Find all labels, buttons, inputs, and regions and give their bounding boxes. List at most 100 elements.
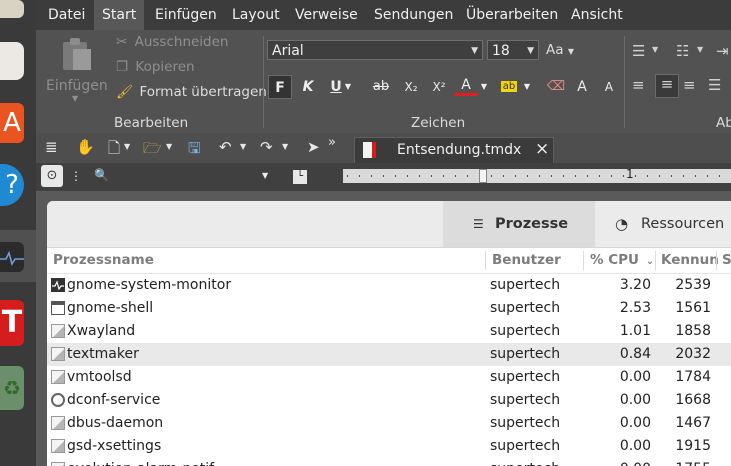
tab-processes[interactable]: ☰ Prozesse bbox=[443, 201, 595, 247]
chevron-down-icon[interactable]: ▼ bbox=[697, 45, 703, 54]
menu-einfuegen[interactable]: Einfügen bbox=[147, 0, 225, 30]
italic-button[interactable]: K bbox=[296, 75, 320, 99]
object-mode-icon[interactable]: ⋮ bbox=[70, 169, 82, 183]
format-painter-button[interactable]: 🖌 Format übertragen bbox=[116, 84, 267, 100]
table-row[interactable]: gsd-xsettings supertech 0.00 1915 bbox=[47, 435, 731, 458]
align-center-icon[interactable]: ≡ bbox=[655, 74, 679, 98]
column-separator[interactable] bbox=[583, 251, 584, 270]
indent-icon[interactable]: ⇥ bbox=[716, 42, 729, 60]
strikethrough-button[interactable]: ab bbox=[369, 75, 393, 99]
chevron-down-icon[interactable]: ▼ bbox=[652, 45, 658, 54]
numbered-list-icon[interactable]: ☷ bbox=[676, 42, 689, 60]
image-icon bbox=[51, 416, 65, 430]
bullet-list-icon[interactable]: ☰ bbox=[632, 42, 645, 60]
shrink-font-button[interactable]: A bbox=[597, 75, 621, 99]
menu-verweise[interactable]: Verweise bbox=[287, 0, 366, 30]
system-monitor-window: ☰ Prozesse ◔ Ressourcen Prozessname Benu… bbox=[47, 201, 731, 466]
cell-user: supertech bbox=[490, 415, 561, 431]
column-separator[interactable] bbox=[655, 251, 656, 270]
chevron-down-icon[interactable]: ▼ bbox=[521, 75, 533, 99]
redo-icon[interactable]: ↷ bbox=[260, 138, 273, 156]
font-size-select[interactable]: 18 ▼ bbox=[487, 40, 539, 60]
eraser-icon[interactable]: ⌫ bbox=[544, 75, 568, 99]
chevron-down-icon: ▼ bbox=[567, 47, 574, 56]
dock-app-trash[interactable]: ♻ bbox=[0, 366, 24, 410]
subscript-button[interactable]: X₂ bbox=[399, 75, 423, 99]
more-icon[interactable]: » bbox=[328, 135, 336, 150]
chevron-down-icon[interactable]: ▼ bbox=[342, 75, 354, 99]
hand-icon[interactable]: ✋ bbox=[76, 138, 95, 156]
zoom-icon[interactable]: 🔍 bbox=[94, 168, 109, 182]
grow-font-button[interactable]: A bbox=[570, 75, 594, 99]
dock-app-text-editor[interactable] bbox=[0, 42, 24, 80]
cell-cpu: 0.00 bbox=[619, 392, 651, 408]
clipboard-icon bbox=[63, 38, 91, 70]
system-monitor-header: ☰ Prozesse ◔ Ressourcen bbox=[47, 201, 731, 248]
menu-layout[interactable]: Layout bbox=[224, 0, 288, 30]
paste-label: Einfügen bbox=[46, 78, 108, 94]
horizontal-ruler[interactable]: 1 bbox=[343, 167, 731, 183]
cell-cpu: 1.01 bbox=[619, 323, 651, 339]
menu-datei[interactable]: Datei bbox=[40, 0, 93, 30]
table-row[interactable]: textmaker supertech 0.84 2032 bbox=[47, 343, 731, 366]
chevron-down-icon[interactable]: ▼ bbox=[240, 142, 246, 151]
table-row[interactable]: dconf-service supertech 0.00 1668 bbox=[47, 389, 731, 412]
justify-icon[interactable]: ☰ bbox=[708, 76, 721, 94]
table-row[interactable]: gnome-system-monitor supertech 3.20 2539 bbox=[47, 274, 731, 297]
close-icon[interactable]: × bbox=[535, 139, 549, 159]
menu-lines-icon[interactable]: ≣ bbox=[45, 138, 58, 156]
menu-sendungen[interactable]: Sendungen bbox=[366, 0, 461, 30]
table-row[interactable]: Xwayland supertech 1.01 1858 bbox=[47, 320, 731, 343]
tab-resources[interactable]: ◔ Ressourcen bbox=[595, 201, 731, 247]
column-header-user[interactable]: Benutzer bbox=[492, 252, 561, 268]
indent-marker[interactable] bbox=[479, 169, 487, 183]
dock-app-system-monitor[interactable] bbox=[0, 242, 24, 272]
cell-cpu: 0.00 bbox=[619, 415, 651, 431]
font-name-select[interactable]: Arial ▼ bbox=[267, 40, 483, 60]
highlight-button[interactable]: ab bbox=[497, 75, 521, 99]
document-tab-title: Entsendung.tmdx bbox=[397, 142, 522, 158]
save-icon[interactable]: 🖫 bbox=[188, 138, 201, 163]
column-header-cpu[interactable]: % CPU ⌄ bbox=[590, 252, 654, 268]
pointer-icon[interactable]: ➤ bbox=[307, 138, 320, 156]
paste-button[interactable]: Einfügen ▼ bbox=[44, 34, 108, 106]
open-folder-icon[interactable]: 🗁 bbox=[143, 138, 162, 163]
superscript-button[interactable]: X² bbox=[427, 75, 451, 99]
pulse-icon bbox=[0, 250, 24, 267]
chevron-down-icon[interactable]: ▼ bbox=[262, 171, 268, 180]
align-left-icon[interactable]: ≡ bbox=[632, 76, 645, 94]
table-row[interactable]: dbus-daemon supertech 0.00 1467 bbox=[47, 412, 731, 435]
column-header-extra[interactable]: S bbox=[722, 252, 731, 268]
chevron-down-icon[interactable]: ▼ bbox=[478, 75, 490, 99]
chevron-down-icon[interactable]: ▼ bbox=[166, 142, 172, 151]
align-right-icon[interactable]: ≡ bbox=[683, 76, 696, 94]
column-separator[interactable] bbox=[485, 251, 486, 270]
undo-icon[interactable]: ↶ bbox=[219, 138, 232, 156]
font-color-button[interactable]: A bbox=[454, 75, 478, 96]
tab-stop-icon[interactable]: └ bbox=[293, 170, 307, 184]
table-row[interactable]: vmtoolsd supertech 0.00 1784 bbox=[47, 366, 731, 389]
cut-button[interactable]: ✂ Ausschneiden bbox=[116, 34, 229, 50]
dock-app-files[interactable] bbox=[0, 0, 24, 18]
change-case-button[interactable]: Aa ▼ bbox=[546, 42, 574, 58]
dock-app-software-center[interactable]: A bbox=[0, 103, 24, 143]
new-document-icon[interactable]: 🗋 bbox=[108, 138, 120, 163]
column-header-id[interactable]: Kennun bbox=[661, 252, 719, 268]
chevron-down-icon[interactable]: ▼ bbox=[124, 142, 130, 151]
compass-icon[interactable]: ⊙ bbox=[41, 165, 63, 187]
dock-app-textmaker[interactable]: T bbox=[0, 300, 24, 346]
chevron-down-icon[interactable]: ▼ bbox=[282, 142, 288, 151]
table-row[interactable]: evolution-alarm-notif supertech 0.00 1755 bbox=[47, 458, 731, 466]
menu-ueberarbeiten[interactable]: Überarbeiten bbox=[458, 0, 566, 30]
table-row[interactable]: gnome-shell supertech 2.53 1561 bbox=[47, 297, 731, 320]
menu-start[interactable]: Start bbox=[94, 0, 145, 30]
process-table-header: Prozessname Benutzer % CPU ⌄ Kennun S bbox=[47, 248, 731, 274]
column-separator[interactable] bbox=[716, 251, 717, 270]
dock-app-help[interactable]: ? bbox=[0, 164, 24, 206]
cell-name: dbus-daemon bbox=[67, 415, 164, 431]
document-tab[interactable]: Entsendung.tmdx × bbox=[354, 137, 554, 163]
copy-button[interactable]: ❐ Kopieren bbox=[116, 59, 195, 75]
bold-button[interactable]: F bbox=[268, 75, 292, 99]
menu-ansicht[interactable]: Ansicht bbox=[563, 0, 631, 30]
column-header-name[interactable]: Prozessname bbox=[53, 252, 154, 268]
